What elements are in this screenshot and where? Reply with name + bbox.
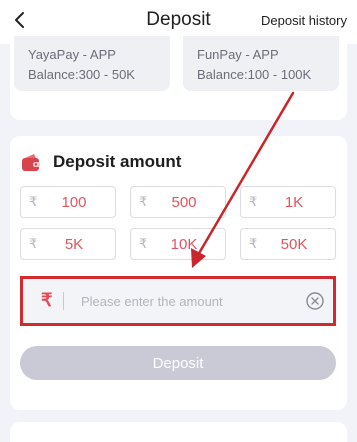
amount-input[interactable] xyxy=(79,290,289,312)
amount-input-field[interactable]: ₹ xyxy=(20,276,336,326)
chip-value: 500 xyxy=(171,194,197,211)
payment-method-yayapay[interactable]: YayaPay - APP Balance:300 - 50K xyxy=(14,36,170,91)
method-balance: Balance:300 - 50K xyxy=(28,67,135,82)
chip-value: 10K xyxy=(170,236,198,253)
chip-value: 100 xyxy=(61,194,87,211)
rupee-icon: ₹ xyxy=(29,194,38,209)
deposit-history-link[interactable]: Deposit history xyxy=(261,13,347,28)
amount-chip-50k[interactable]: ₹ 50K xyxy=(240,228,336,260)
rupee-icon: ₹ xyxy=(249,236,258,251)
chip-value: 5K xyxy=(64,236,84,253)
payment-methods-card: YayaPay - APP Balance:300 - 50K FunPay -… xyxy=(10,36,347,120)
payment-method-funpay[interactable]: FunPay - APP Balance:100 - 100K xyxy=(183,36,339,91)
rupee-icon: ₹ xyxy=(29,236,38,251)
method-name: FunPay - APP xyxy=(197,47,279,62)
bottom-card xyxy=(10,422,347,442)
rupee-icon: ₹ xyxy=(249,194,258,209)
chip-value: 1K xyxy=(284,194,304,211)
chip-value: 50K xyxy=(280,236,308,253)
method-balance: Balance:100 - 100K xyxy=(197,67,312,82)
rupee-icon: ₹ xyxy=(41,290,53,310)
amount-chip-5k[interactable]: ₹ 5K xyxy=(20,228,116,260)
wallet-icon xyxy=(22,154,40,171)
clear-icon[interactable] xyxy=(305,291,325,311)
deposit-button[interactable]: Deposit xyxy=(20,346,336,380)
method-name: YayaPay - APP xyxy=(28,47,116,62)
amount-chip-1k[interactable]: ₹ 1K xyxy=(240,186,336,218)
divider xyxy=(63,292,64,310)
amount-chip-500[interactable]: ₹ 500 xyxy=(130,186,226,218)
rupee-icon: ₹ xyxy=(139,236,148,251)
deposit-amount-title: Deposit amount xyxy=(53,152,182,171)
deposit-amount-card: Deposit amount ₹ 100 ₹ 500 ₹ 1K ₹ 5K ₹ 1… xyxy=(10,136,347,410)
rupee-icon: ₹ xyxy=(139,194,148,209)
amount-chip-100[interactable]: ₹ 100 xyxy=(20,186,116,218)
amount-chip-10k[interactable]: ₹ 10K xyxy=(130,228,226,260)
